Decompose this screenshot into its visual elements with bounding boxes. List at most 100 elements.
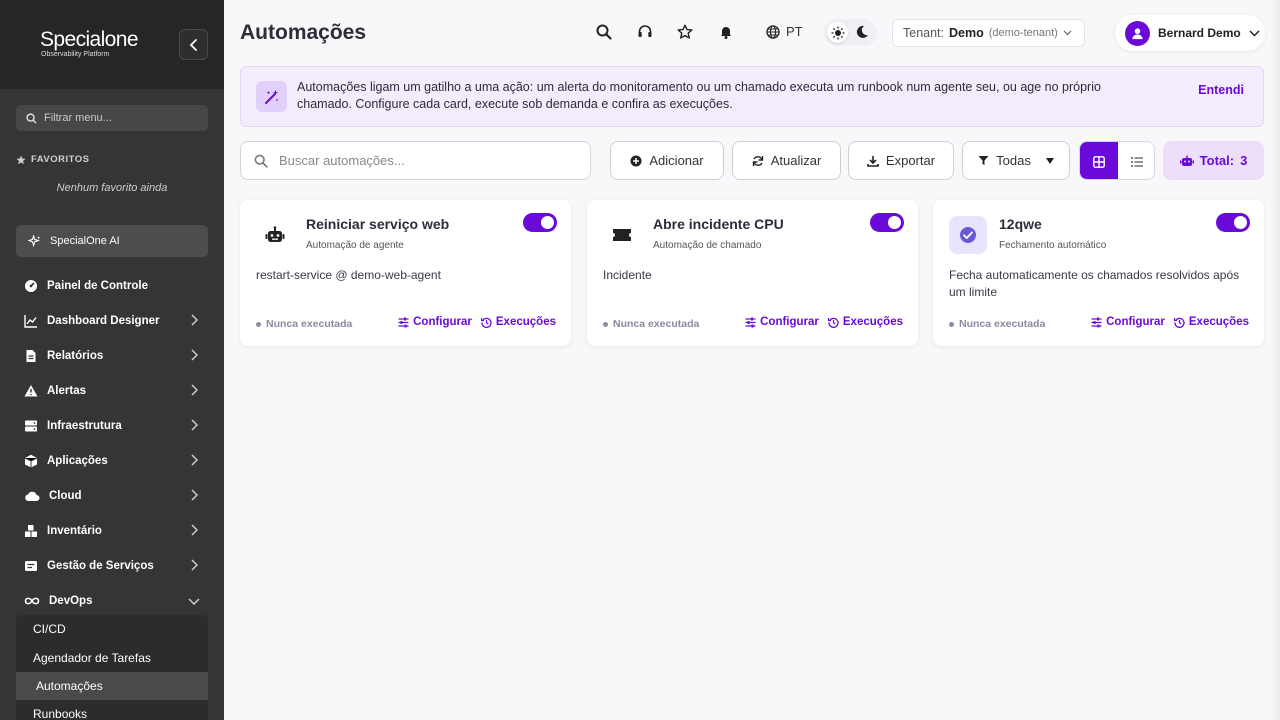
search-icon bbox=[254, 154, 268, 168]
menu-filter[interactable] bbox=[16, 105, 208, 131]
collapse-sidebar-button[interactable] bbox=[179, 29, 208, 60]
theme-toggle[interactable] bbox=[823, 19, 877, 46]
submenu-item-agendador[interactable]: Agendador de Tarefas bbox=[33, 651, 151, 665]
configure-button[interactable]: Configurar bbox=[745, 316, 819, 328]
sliders-icon bbox=[745, 317, 756, 327]
nav-item-dashboard-designer[interactable]: Dashboard Designer bbox=[16, 303, 208, 338]
star-icon bbox=[677, 24, 693, 39]
grid-view-button[interactable] bbox=[1080, 142, 1118, 179]
nav-item-painel[interactable]: Painel de Controle bbox=[16, 268, 208, 303]
banner-dismiss-button[interactable]: Entendi bbox=[1198, 83, 1244, 97]
card-type: Automação de agente bbox=[306, 240, 404, 251]
status-text: Nunca executada bbox=[266, 318, 353, 330]
export-label: Exportar bbox=[885, 153, 936, 168]
executions-button[interactable]: Execuções bbox=[1173, 316, 1249, 328]
notifications-button[interactable] bbox=[718, 24, 734, 40]
warning-icon bbox=[24, 384, 38, 396]
run-status: Nunca executada bbox=[603, 318, 699, 330]
nav-item-aplicacoes[interactable]: Aplicações bbox=[16, 443, 208, 478]
filter-icon bbox=[978, 156, 989, 165]
menu-filter-input[interactable] bbox=[44, 112, 194, 124]
automation-search[interactable] bbox=[240, 141, 591, 180]
tenant-selector[interactable]: Tenant: Demo (demo-tenant) bbox=[892, 19, 1085, 47]
light-mode-option[interactable] bbox=[827, 22, 848, 43]
add-button[interactable]: Adicionar bbox=[610, 141, 724, 180]
user-icon bbox=[1132, 27, 1143, 39]
submenu-item-runbooks[interactable]: Runbooks bbox=[33, 707, 87, 720]
brand-logo[interactable]: Specialone Observability Platform bbox=[40, 28, 139, 59]
favorites-header: FAVORITOS bbox=[16, 154, 90, 165]
view-toggle bbox=[1079, 141, 1155, 180]
nav-label: Relatórios bbox=[47, 349, 104, 362]
favorites-title: FAVORITOS bbox=[31, 154, 90, 165]
magic-wand-icon bbox=[256, 81, 287, 112]
logo-area: Specialone Observability Platform bbox=[0, 0, 224, 89]
filter-label: Todas bbox=[996, 153, 1031, 168]
chevron-right-icon bbox=[191, 349, 198, 361]
user-menu[interactable]: Bernard Demo bbox=[1115, 15, 1265, 51]
executions-button[interactable]: Execuções bbox=[480, 316, 556, 328]
nav-item-alertas[interactable]: Alertas bbox=[16, 373, 208, 408]
nav-label: DevOps bbox=[49, 594, 93, 607]
sidebar: Specialone Observability Platform FAVORI… bbox=[0, 0, 224, 720]
favorite-button[interactable] bbox=[677, 24, 693, 40]
specialone-ai-button[interactable]: SpecialOne AI bbox=[16, 225, 208, 257]
automation-card[interactable]: Abre incidente CPU Automação de chamado … bbox=[587, 200, 918, 346]
card-description: Incidente bbox=[603, 268, 652, 282]
list-view-button[interactable] bbox=[1118, 142, 1154, 179]
executions-label: Execuções bbox=[842, 316, 903, 328]
caret-down-icon bbox=[1045, 157, 1054, 164]
executions-button[interactable]: Execuções bbox=[827, 316, 903, 328]
chevron-left-icon bbox=[189, 38, 197, 51]
nav-item-cloud[interactable]: Cloud bbox=[16, 478, 208, 513]
automation-search-input[interactable] bbox=[279, 153, 579, 168]
nav-item-devops[interactable]: DevOps bbox=[16, 583, 208, 618]
export-button[interactable]: Exportar bbox=[848, 141, 954, 180]
card-type: Automação de chamado bbox=[653, 240, 762, 251]
filter-dropdown[interactable]: Todas bbox=[962, 141, 1070, 180]
chevron-down-icon bbox=[1249, 29, 1260, 37]
chevron-down-icon bbox=[188, 598, 200, 605]
support-button[interactable] bbox=[637, 24, 653, 40]
nav-label: Gestão de Serviços bbox=[47, 559, 154, 572]
robot-icon bbox=[256, 216, 294, 254]
nav-item-gestao-servicos[interactable]: Gestão de Serviços bbox=[16, 548, 208, 583]
dark-mode-option[interactable] bbox=[855, 25, 869, 39]
configure-button[interactable]: Configurar bbox=[398, 316, 472, 328]
nav-item-infraestrutura[interactable]: Infraestrutura bbox=[16, 408, 208, 443]
document-icon bbox=[26, 349, 36, 362]
run-status: Nunca executada bbox=[256, 318, 352, 330]
chevron-right-icon bbox=[191, 524, 198, 536]
language-selector[interactable]: PT bbox=[766, 24, 803, 39]
configure-button[interactable]: Configurar bbox=[1091, 316, 1165, 328]
enable-toggle[interactable] bbox=[870, 213, 904, 232]
ai-label: SpecialOne AI bbox=[50, 235, 120, 247]
card-title: Reiniciar serviço web bbox=[306, 216, 450, 232]
search-button[interactable] bbox=[596, 24, 612, 40]
submenu-item-automacoes[interactable]: Automações bbox=[36, 679, 103, 693]
executions-label: Execuções bbox=[1188, 316, 1249, 328]
refresh-button[interactable]: Atualizar bbox=[732, 141, 841, 180]
automation-card[interactable]: 12qwe Fechamento automático Fecha automa… bbox=[933, 200, 1264, 346]
nav-item-inventario[interactable]: Inventário bbox=[16, 513, 208, 548]
sun-icon bbox=[831, 26, 844, 39]
headset-icon bbox=[638, 25, 652, 37]
star-icon bbox=[16, 155, 26, 164]
card-type: Fechamento automático bbox=[999, 240, 1107, 251]
submenu-item-cicd[interactable]: CI/CD bbox=[33, 622, 66, 636]
nav-label: Cloud bbox=[49, 489, 82, 502]
search-icon bbox=[26, 112, 37, 124]
brand-name: Specialone bbox=[40, 28, 139, 51]
favorites-empty: Nenhum favorito ainda bbox=[56, 182, 168, 194]
boxes-icon bbox=[25, 524, 37, 537]
service-icon bbox=[25, 560, 37, 571]
enable-toggle[interactable] bbox=[523, 213, 557, 232]
nav-item-relatorios[interactable]: Relatórios bbox=[16, 338, 208, 373]
infinity-icon bbox=[24, 597, 40, 604]
enable-toggle[interactable] bbox=[1216, 213, 1250, 232]
history-icon bbox=[827, 317, 839, 328]
chevron-right-icon bbox=[191, 384, 198, 396]
globe-icon bbox=[766, 24, 780, 39]
automation-card[interactable]: Reiniciar serviço web Automação de agent… bbox=[240, 200, 571, 346]
sliders-icon bbox=[398, 317, 409, 327]
